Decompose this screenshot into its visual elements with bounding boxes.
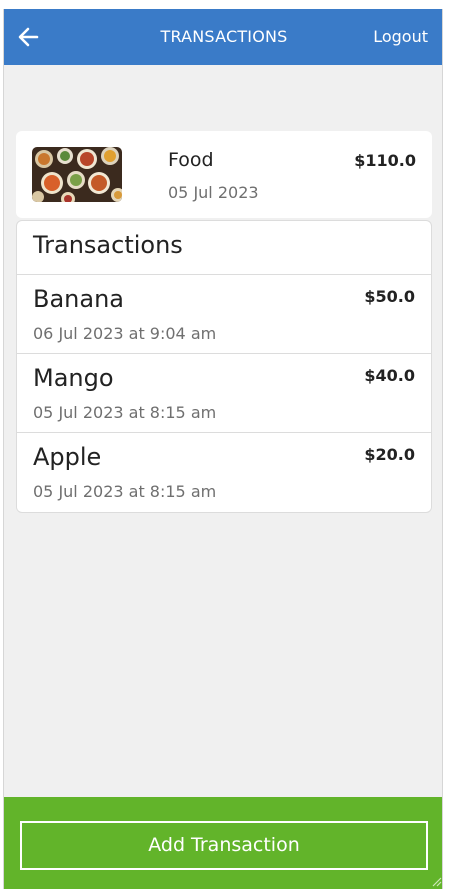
category-name: Food xyxy=(168,149,214,171)
transactions-header: Transactions xyxy=(17,221,431,275)
transaction-amount: $50.0 xyxy=(364,287,415,306)
transaction-amount: $40.0 xyxy=(364,366,415,385)
logout-link[interactable]: Logout xyxy=(373,27,428,46)
transaction-name: Mango xyxy=(33,364,114,392)
footer-bar: Add Transaction xyxy=(4,797,442,889)
app-screen: TRANSACTIONS Logout Food 05 Jul 2023 $11… xyxy=(3,9,443,889)
category-date: 05 Jul 2023 xyxy=(168,183,259,202)
transaction-row[interactable]: Banana 06 Jul 2023 at 9:04 am $50.0 xyxy=(17,275,431,354)
navbar: TRANSACTIONS Logout xyxy=(4,9,442,65)
category-total: $110.0 xyxy=(354,151,416,170)
add-transaction-button[interactable]: Add Transaction xyxy=(20,821,428,870)
transaction-time: 05 Jul 2023 at 8:15 am xyxy=(33,482,217,501)
transaction-name: Banana xyxy=(33,285,125,313)
resize-grip-icon[interactable] xyxy=(430,875,442,887)
transaction-row[interactable]: Mango 05 Jul 2023 at 8:15 am $40.0 xyxy=(17,354,431,433)
transaction-time: 05 Jul 2023 at 8:15 am xyxy=(33,403,217,422)
transaction-row[interactable]: Apple 05 Jul 2023 at 8:15 am $20.0 xyxy=(17,433,431,512)
transaction-time: 06 Jul 2023 at 9:04 am xyxy=(33,324,217,343)
category-summary-card[interactable]: Food 05 Jul 2023 $110.0 xyxy=(16,131,432,218)
transaction-name: Apple xyxy=(33,443,102,471)
food-photo-icon xyxy=(32,147,122,202)
transaction-amount: $20.0 xyxy=(364,445,415,464)
transactions-list: Transactions Banana 06 Jul 2023 at 9:04 … xyxy=(16,220,432,513)
